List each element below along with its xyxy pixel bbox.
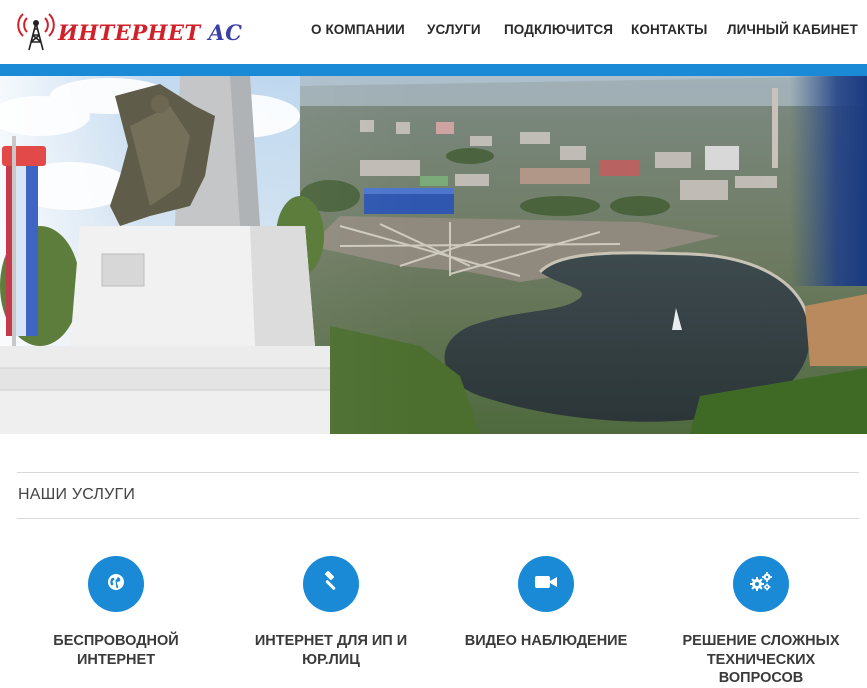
- site-header: ИНТЕРНЕТ AC О КОМПАНИИ УСЛУГИ ПОДКЛЮЧИТС…: [0, 0, 867, 64]
- service-icon-circle: [88, 556, 144, 612]
- services-section-title: НАШИ УСЛУГИ: [18, 486, 136, 503]
- globe-icon: [107, 573, 125, 596]
- service-label: ИНТЕРНЕТ ДЛЯ ИП И ЮР.ЛИЦ: [254, 633, 408, 668]
- service-icon-circle: [518, 556, 574, 612]
- service-icon-circle: [733, 556, 789, 612]
- main-nav: О КОМПАНИИ УСЛУГИ ПОДКЛЮЧИТСЯ КОНТАКТЫ Л…: [0, 22, 867, 40]
- service-label: БЕСПРОВОДНОЙ ИНТЕРНЕТ: [53, 633, 179, 668]
- nav-contacts[interactable]: КОНТАКТЫ: [631, 22, 707, 37]
- service-technical-solutions[interactable]: РЕШЕНИЕ СЛОЖНЫХ ТЕХНИЧЕСКИХ ВОПРОСОВ: [661, 556, 861, 688]
- service-video-surveillance[interactable]: ВИДЕО НАБЛЮДЕНИЕ: [446, 556, 646, 651]
- service-icon-circle: [303, 556, 359, 612]
- service-business-internet[interactable]: ИНТЕРНЕТ ДЛЯ ИП И ЮР.ЛИЦ: [231, 556, 431, 669]
- nav-about[interactable]: О КОМПАНИИ: [311, 22, 405, 37]
- nav-personal-account[interactable]: ЛИЧНЫЙ КАБИНЕТ: [727, 22, 858, 37]
- header-accent-bar: [0, 64, 867, 76]
- gavel-icon: [320, 570, 342, 598]
- service-wireless-internet[interactable]: БЕСПРОВОДНОЙ ИНТЕРНЕТ: [16, 556, 216, 669]
- service-label: ВИДЕО НАБЛЮДЕНИЕ: [464, 633, 628, 649]
- hero-city-image: [0, 76, 867, 434]
- nav-connect[interactable]: ПОДКЛЮЧИТСЯ: [504, 22, 613, 37]
- section-bottom-divider: [17, 518, 859, 519]
- hero-banner: [0, 76, 867, 434]
- video-camera-icon: [534, 574, 558, 595]
- gears-icon: [749, 571, 773, 598]
- service-label: РЕШЕНИЕ СЛОЖНЫХ ТЕХНИЧЕСКИХ ВОПРОСОВ: [682, 633, 840, 686]
- nav-services[interactable]: УСЛУГИ: [427, 22, 481, 37]
- section-top-divider: [17, 472, 859, 473]
